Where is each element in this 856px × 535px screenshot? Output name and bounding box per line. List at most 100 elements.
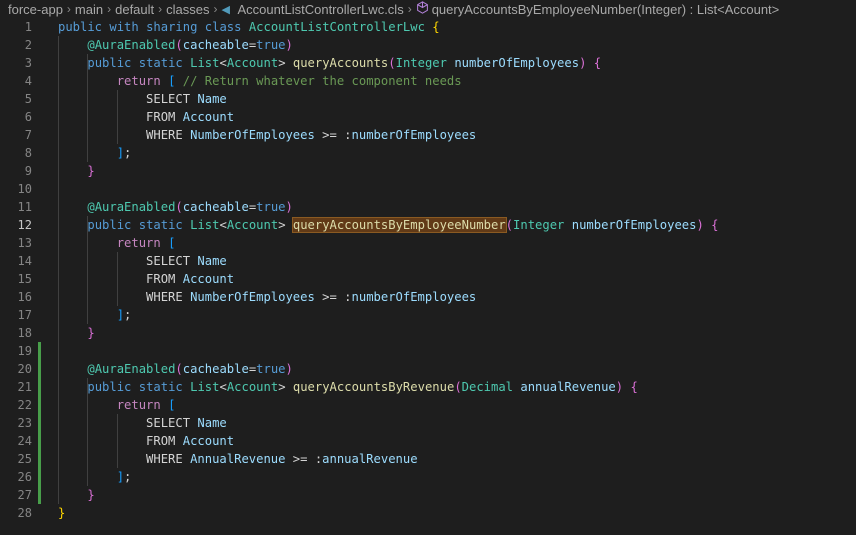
code-token: > [278, 218, 293, 232]
breadcrumb-item-main[interactable]: main [75, 2, 103, 17]
code-line[interactable]: 1 public with sharing class AccountListCo… [0, 18, 856, 36]
code-line[interactable]: 20 @AuraEnabled(cacheable=true) [0, 360, 856, 378]
code-token: ( [388, 56, 396, 70]
code-token: Account [182, 272, 235, 286]
code-token: FROM [58, 110, 183, 124]
code-token: ; [124, 470, 132, 484]
code-token: Account [226, 218, 279, 232]
code-text: public static List<Account> queryAccount… [58, 216, 719, 234]
breadcrumb-item-file[interactable]: AccountListControllerLwc.cls [238, 2, 404, 17]
code-token: >= : [314, 290, 352, 304]
code-token: < [219, 380, 227, 394]
chevron-right-icon: › [407, 2, 412, 16]
code-line[interactable]: 10 [0, 180, 856, 198]
code-token: public [58, 20, 103, 34]
code-editor[interactable]: 1 public with sharing class AccountListCo… [0, 18, 856, 535]
line-number: 5 [24, 92, 32, 106]
code-line[interactable]: 3 public static List<Account> queryAccou… [0, 54, 856, 72]
code-token: sharing [146, 20, 198, 34]
breadcrumb-item-force-app[interactable]: force-app [8, 2, 63, 17]
code-line[interactable]: 15 FROM Account [0, 270, 856, 288]
code-line[interactable]: 14 SELECT Name [0, 252, 856, 270]
line-number: 26 [17, 470, 32, 484]
line-number: 27 [17, 488, 32, 502]
code-token: numberOfEmployees [351, 290, 477, 304]
line-number: 9 [24, 164, 32, 178]
line-number: 19 [17, 344, 32, 358]
code-line[interactable]: 26 ]; [0, 468, 856, 486]
chevron-right-icon: › [158, 2, 163, 16]
code-line[interactable]: 4 return [ // Return whatever the compon… [0, 72, 856, 90]
code-token: [ [168, 236, 176, 250]
code-token: cacheable [182, 38, 249, 52]
code-line[interactable]: 28} [0, 504, 856, 522]
code-token: ] [116, 470, 125, 484]
code-line[interactable]: 24 FROM Account [0, 432, 856, 450]
code-line[interactable]: 16 WHERE NumberOfEmployees >= :numberOfE… [0, 288, 856, 306]
line-number: 13 [17, 236, 32, 250]
code-line[interactable]: 27 } [0, 486, 856, 504]
code-token: ) [285, 362, 293, 376]
code-token: AnnualRevenue [190, 452, 286, 466]
code-token: numberOfEmployees [571, 218, 697, 232]
code-line[interactable]: 12 public static List<Account> queryAcco… [0, 216, 856, 234]
code-token: < [219, 56, 227, 70]
code-line[interactable]: 11 @AuraEnabled(cacheable=true) [0, 198, 856, 216]
code-token: SELECT [58, 254, 198, 268]
code-line[interactable]: 6 FROM Account [0, 108, 856, 126]
breadcrumb-item-classes[interactable]: classes [166, 2, 209, 17]
code-line[interactable]: 5 SELECT Name [0, 90, 856, 108]
line-number: 28 [17, 506, 32, 520]
code-line[interactable]: 23 SELECT Name [0, 414, 856, 432]
code-token: Integer [513, 218, 565, 232]
code-token: ( [175, 362, 183, 376]
code-token: ] [116, 308, 125, 322]
line-number: 7 [24, 128, 32, 142]
code-token: List [190, 380, 220, 394]
code-token: numberOfEmployees [454, 56, 580, 70]
code-line[interactable]: 13 return [ [0, 234, 856, 252]
code-text: return [ [58, 234, 176, 252]
code-token: public [87, 218, 132, 232]
code-token: ) [285, 38, 293, 52]
code-token: Decimal [461, 380, 514, 394]
code-token: ; [124, 308, 132, 322]
code-token: true [256, 38, 286, 52]
code-line[interactable]: 9 } [0, 162, 856, 180]
code-line[interactable]: 17 ]; [0, 306, 856, 324]
breadcrumb-item-default[interactable]: default [115, 2, 154, 17]
code-token: NumberOfEmployees [190, 128, 315, 142]
code-token: static [138, 218, 183, 232]
code-text: SELECT Name [58, 90, 227, 108]
code-token: } [87, 164, 95, 178]
code-line[interactable]: 18 } [0, 324, 856, 342]
git-added-gutter-marker[interactable] [38, 342, 41, 504]
code-text: @AuraEnabled(cacheable=true) [58, 360, 293, 378]
code-text: return [ [58, 396, 176, 414]
code-token: Account [226, 56, 279, 70]
code-line[interactable]: 2 @AuraEnabled(cacheable=true) [0, 36, 856, 54]
code-line[interactable]: 19 [0, 342, 856, 360]
code-line[interactable]: 7 WHERE NumberOfEmployees >= :numberOfEm… [0, 126, 856, 144]
breadcrumb-item-symbol[interactable]: queryAccountsByEmployeeNumber(Integer) :… [432, 2, 780, 17]
line-number: 1 [24, 20, 32, 34]
code-line[interactable]: 25 WHERE AnnualRevenue >= :annualRevenue [0, 450, 856, 468]
code-text: } [58, 504, 65, 522]
line-number: 15 [17, 272, 32, 286]
code-token: return [116, 236, 161, 250]
chevron-right-icon: › [107, 2, 112, 16]
code-token: cacheable [182, 362, 249, 376]
code-token: WHERE [58, 128, 191, 142]
code-line[interactable]: 21 public static List<Account> queryAcco… [0, 378, 856, 396]
code-line[interactable]: 22 return [ [0, 396, 856, 414]
code-line[interactable]: 8 ]; [0, 144, 856, 162]
